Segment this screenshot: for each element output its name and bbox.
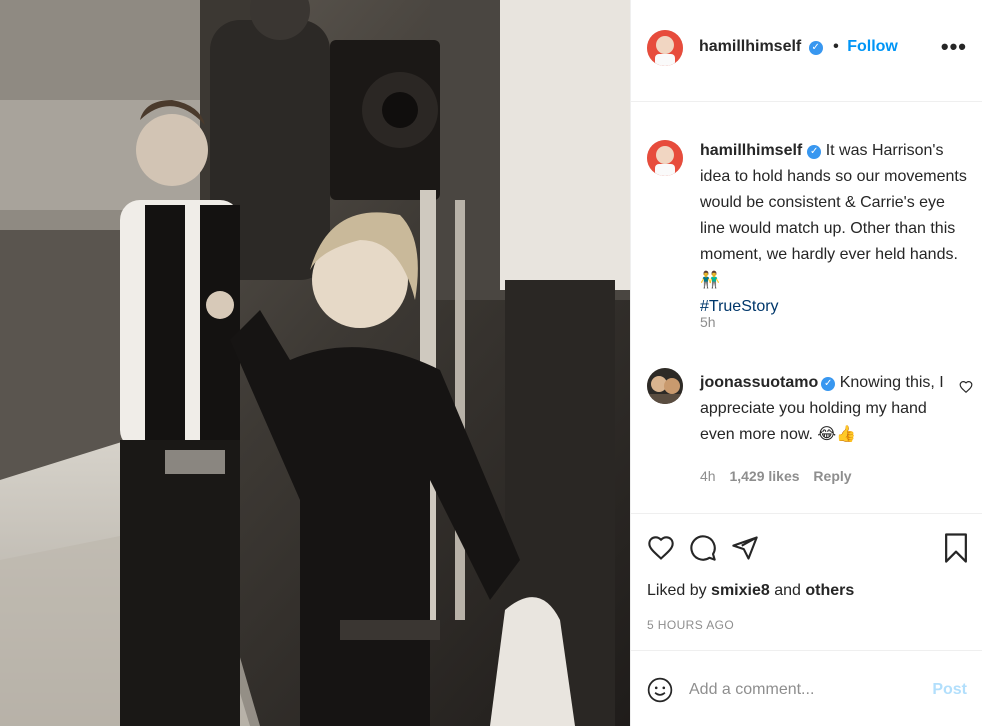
caption-text: It was Harrison's idea to hold hands so … bbox=[700, 142, 967, 289]
separator-dot: • bbox=[833, 38, 839, 55]
verified-icon: ✓ bbox=[807, 145, 822, 159]
reply-timestamp[interactable]: 4h bbox=[700, 468, 716, 484]
author-avatar-image bbox=[647, 30, 683, 66]
liked-by-prefix: Liked by bbox=[647, 582, 707, 599]
caption-username[interactable]: hamillhimself bbox=[700, 142, 802, 159]
liked-by: Liked by smixie8 and others bbox=[647, 582, 854, 600]
caption-timestamp[interactable]: 5h bbox=[700, 314, 716, 330]
reply-username[interactable]: joonassuotamo bbox=[700, 374, 818, 391]
comment-icon[interactable] bbox=[689, 534, 717, 567]
emoji-icon[interactable] bbox=[647, 677, 673, 708]
comment-input[interactable] bbox=[689, 675, 919, 705]
author-username[interactable]: hamillhimself bbox=[699, 38, 801, 55]
more-options-icon[interactable]: ••• bbox=[941, 34, 967, 60]
verified-icon: ✓ bbox=[808, 41, 823, 55]
reply-avatar-image bbox=[647, 368, 683, 404]
post-header: hamillhimself ✓ • Follow ••• bbox=[631, 0, 982, 102]
reply-comment: joonassuotamo ✓ Knowing this, I appreciat… bbox=[700, 370, 950, 448]
author-avatar[interactable] bbox=[647, 30, 683, 66]
liked-by-conj: and bbox=[774, 582, 801, 599]
caption-avatar[interactable] bbox=[647, 140, 683, 176]
action-bar: Liked by smixie8 and others 5 HOURS AGO bbox=[631, 513, 982, 650]
post-button[interactable]: Post bbox=[932, 681, 967, 699]
bookmark-icon[interactable] bbox=[943, 532, 969, 569]
reply-likes[interactable]: 1,429 likes bbox=[729, 468, 799, 484]
heart-icon[interactable] bbox=[647, 534, 675, 567]
comments-section: hamillhimself ✓ It was Harrison's idea to… bbox=[631, 102, 982, 512]
liked-by-user[interactable]: smixie8 bbox=[711, 582, 770, 599]
share-icon[interactable] bbox=[731, 534, 759, 567]
verified-icon: ✓ bbox=[821, 377, 836, 391]
small-heart-icon[interactable] bbox=[959, 380, 973, 399]
post-timestamp[interactable]: 5 HOURS AGO bbox=[647, 618, 734, 632]
caption: hamillhimself ✓ It was Harrison's idea to… bbox=[700, 138, 972, 320]
liked-by-others[interactable]: others bbox=[805, 582, 854, 599]
follow-button[interactable]: Follow bbox=[847, 38, 898, 55]
reply-button[interactable]: Reply bbox=[813, 468, 851, 484]
post-photo-image bbox=[0, 0, 630, 726]
post-sidebar: hamillhimself ✓ • Follow ••• hamillhimse… bbox=[630, 0, 982, 726]
add-comment-bar: Post bbox=[631, 650, 982, 726]
hashtag-link[interactable]: #TrueStory bbox=[700, 294, 972, 320]
post-photo[interactable] bbox=[0, 0, 630, 726]
caption-avatar-image bbox=[647, 140, 683, 176]
reply-avatar[interactable] bbox=[647, 368, 683, 404]
reply-meta: 4h 1,429 likes Reply bbox=[700, 468, 862, 484]
header-row: hamillhimself ✓ • Follow bbox=[699, 38, 898, 56]
